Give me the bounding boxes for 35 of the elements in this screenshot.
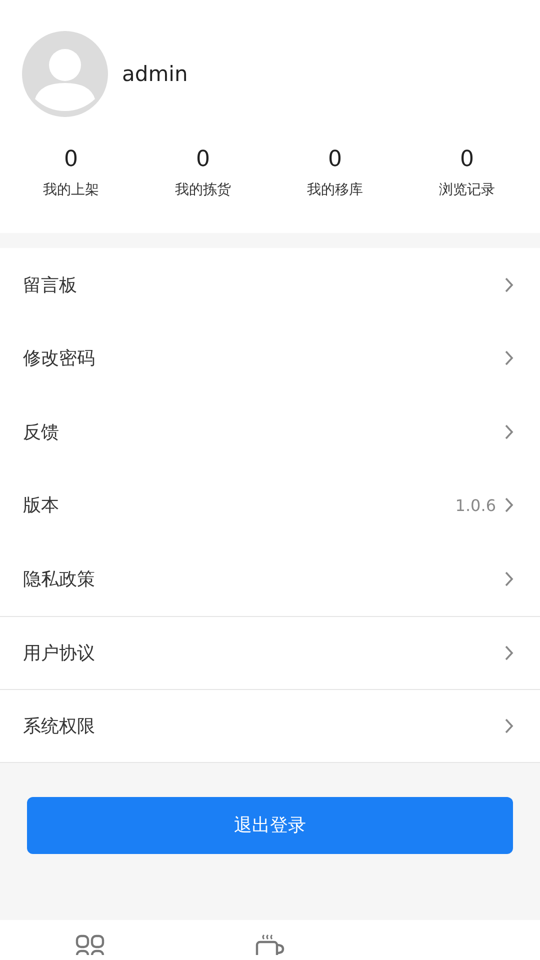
chevron-right-icon <box>504 350 514 366</box>
logout-button[interactable]: 退出登录 <box>27 796 513 854</box>
username: admin <box>122 62 188 86</box>
menu-item[interactable]: 隐私政策 <box>0 542 540 616</box>
menu-item[interactable]: 反馈 <box>0 395 540 468</box>
stat-label[interactable]: 我的移库 <box>307 181 363 199</box>
menu-item[interactable]: 留言板 <box>0 248 540 322</box>
stat-label[interactable]: 我的拣货 <box>175 181 231 199</box>
chevron-right-icon <box>504 718 514 734</box>
stat-count: 0 <box>328 147 342 173</box>
avatar-icon <box>22 31 108 117</box>
menu-label: 用户协议 <box>23 642 95 665</box>
cup-icon[interactable] <box>255 932 285 954</box>
chevron-right-icon <box>504 424 514 440</box>
menu-item[interactable]: 修改密码 <box>0 322 540 395</box>
menu-label: 系统权限 <box>23 714 95 738</box>
stat-count: 0 <box>196 147 210 173</box>
menu-item[interactable]: 用户协议 <box>0 616 540 689</box>
menu-label: 反馈 <box>23 420 59 444</box>
chevron-right-icon <box>504 570 514 587</box>
version-number: 1.0.6 <box>455 496 496 515</box>
chevron-right-icon <box>504 644 514 661</box>
menu-label: 留言板 <box>23 274 77 297</box>
stat-label[interactable]: 我的上架 <box>43 181 99 199</box>
stat-label[interactable]: 浏览记录 <box>439 181 495 199</box>
menu-item[interactable]: 系统权限 <box>0 689 540 762</box>
chevron-right-icon <box>504 276 514 293</box>
stat-count: 0 <box>460 147 474 173</box>
menu-label: 修改密码 <box>23 347 95 370</box>
chevron-right-icon <box>504 497 514 514</box>
menu-label: 版本 <box>23 494 59 518</box>
menu-label: 隐私政策 <box>23 568 95 591</box>
stat-count: 0 <box>64 147 78 173</box>
grid-icon[interactable] <box>75 932 105 954</box>
menu-item[interactable]: 版本 1.0.6 <box>0 468 540 542</box>
